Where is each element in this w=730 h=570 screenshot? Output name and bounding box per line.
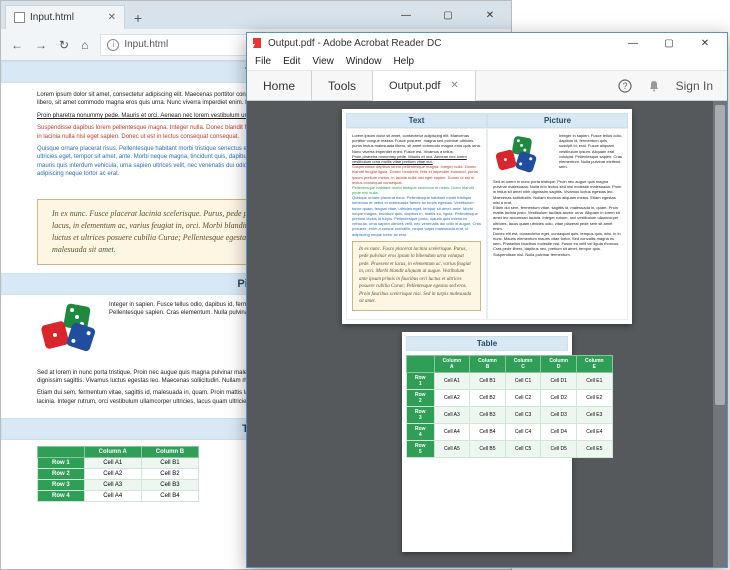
pdf-page-2: Table Column AColumn BColumn CColumn DCo… bbox=[402, 332, 572, 552]
acrobat-document-viewport[interactable]: Text Picture Lorem ipsum dolor sit amet,… bbox=[247, 101, 727, 567]
para: Sed at lorem in nunc porta tristique. Pr… bbox=[493, 179, 622, 205]
para: Donec elit est, consectetur eget, conseq… bbox=[493, 231, 622, 257]
reload-icon[interactable]: ↻ bbox=[59, 38, 69, 52]
new-tab-button[interactable]: + bbox=[127, 7, 149, 29]
info-icon[interactable]: i bbox=[107, 39, 119, 51]
menu-window[interactable]: Window bbox=[346, 56, 382, 67]
table-row: Row 3Cell A3Cell B3 bbox=[38, 480, 199, 491]
acrobat-menubar: File Edit View Window Help bbox=[247, 53, 727, 71]
table-row: Row 2Cell A2Cell B2 bbox=[38, 469, 199, 480]
para-red: Suspendisse dapibus lorem pellentesque m… bbox=[352, 164, 481, 185]
edge-tabstrip: Input.html ✕ + — ▢ ✕ bbox=[1, 1, 511, 29]
menu-file[interactable]: File bbox=[255, 56, 271, 67]
para: Etiam dui sem, fermentum vitae, sagittis… bbox=[493, 205, 622, 231]
table-header-row: Column A Column B bbox=[38, 447, 199, 458]
picture-heading: Picture bbox=[487, 113, 628, 128]
table-heading: Table bbox=[406, 336, 568, 351]
acrobat-window: Output.pdf - Adobe Acrobat Reader DC — ▢… bbox=[246, 32, 728, 568]
acrobat-tabs: Home Tools Output.pdf ✕ ? Sign In bbox=[247, 71, 727, 101]
help-icon[interactable]: ? bbox=[618, 78, 633, 93]
table-row: Row 5Cell A5Cell B5Cell C5Cell D5Cell E5 bbox=[407, 440, 613, 457]
data-table: Column A Column B Row 1Cell A1Cell B1 Ro… bbox=[37, 446, 199, 502]
acrobat-app-icon bbox=[251, 37, 263, 49]
home-icon[interactable]: ⌂ bbox=[81, 38, 88, 52]
svg-text:?: ? bbox=[623, 81, 628, 91]
maximize-button[interactable]: ▢ bbox=[427, 1, 469, 29]
close-icon[interactable]: ✕ bbox=[108, 12, 116, 23]
maximize-button[interactable]: ▢ bbox=[651, 33, 687, 53]
pdf-page-1: Text Picture Lorem ipsum dolor sit amet,… bbox=[342, 109, 632, 324]
page-icon bbox=[14, 12, 25, 23]
close-button[interactable]: ✕ bbox=[687, 33, 723, 53]
th: Column A bbox=[84, 447, 141, 458]
table-row: Row 4Cell A4Cell B4 bbox=[38, 491, 199, 502]
minimize-button[interactable]: — bbox=[385, 1, 427, 29]
edge-tab-title: Input.html bbox=[30, 12, 74, 23]
para: Lorem ipsum dolor sit amet, consectetur … bbox=[352, 133, 481, 154]
table-row: Row 2Cell A2Cell B2Cell C2Cell D2Cell E2 bbox=[407, 389, 613, 406]
para: Integer in sapien. Fusce tellus odio, da… bbox=[559, 133, 622, 179]
signin-button[interactable]: Sign In bbox=[676, 79, 713, 93]
tab-home[interactable]: Home bbox=[247, 71, 312, 101]
para-underlined: Proin pharetra nonummy pede. Mauris et o… bbox=[352, 154, 481, 164]
th bbox=[38, 447, 85, 458]
table-row: Row 1Cell A1Cell B1Cell C1Cell D1Cell E1 bbox=[407, 372, 613, 389]
text-cell: Lorem ipsum dolor sit amet, consectetur … bbox=[346, 128, 487, 320]
back-icon[interactable]: ← bbox=[11, 38, 23, 52]
tab-document[interactable]: Output.pdf ✕ bbox=[373, 71, 476, 101]
data-table: Column AColumn BColumn CColumn DColumn E… bbox=[406, 355, 613, 458]
picture-cell: Integer in sapien. Fusce tellus odio, da… bbox=[487, 128, 628, 320]
tab-document-label: Output.pdf bbox=[389, 80, 440, 92]
para-green: Pellentesque habitant morbi tristique se… bbox=[352, 185, 481, 195]
close-button[interactable]: ✕ bbox=[469, 1, 511, 29]
dice-image bbox=[37, 301, 99, 355]
table-row: Row 4Cell A4Cell B4Cell C4Cell D4Cell E4 bbox=[407, 423, 613, 440]
vertical-scrollbar[interactable] bbox=[713, 101, 727, 567]
table-row: Row 3Cell A3Cell B3Cell C3Cell D3Cell E3 bbox=[407, 406, 613, 423]
forward-icon[interactable]: → bbox=[35, 38, 47, 52]
table-header-row: Column AColumn BColumn CColumn DColumn E bbox=[407, 355, 613, 372]
text-heading: Text bbox=[346, 113, 487, 128]
th: Column B bbox=[141, 447, 198, 458]
url-text: Input.html bbox=[124, 39, 168, 50]
acrobat-tab-right: ? Sign In bbox=[604, 78, 727, 93]
scrollbar-thumb[interactable] bbox=[715, 105, 725, 405]
dice-image bbox=[493, 135, 555, 175]
acrobat-window-controls: — ▢ ✕ bbox=[615, 33, 723, 53]
acrobat-titlebar[interactable]: Output.pdf - Adobe Acrobat Reader DC — ▢… bbox=[247, 33, 727, 53]
acrobat-title-text: Output.pdf - Adobe Acrobat Reader DC bbox=[268, 38, 441, 49]
table-row: Row 1Cell A1Cell B1 bbox=[38, 458, 199, 469]
edge-window-controls: — ▢ ✕ bbox=[385, 1, 511, 29]
menu-help[interactable]: Help bbox=[393, 56, 414, 67]
italic-callout: In ex nunc. Fusce placerat lacinia scele… bbox=[352, 241, 481, 311]
menu-edit[interactable]: Edit bbox=[283, 56, 300, 67]
bell-icon[interactable] bbox=[647, 78, 662, 93]
close-icon[interactable]: ✕ bbox=[450, 80, 458, 91]
minimize-button[interactable]: — bbox=[615, 33, 651, 53]
para-blue: Quisque ornare placerat risus. Pellentes… bbox=[352, 195, 481, 237]
tab-tools[interactable]: Tools bbox=[312, 71, 373, 101]
menu-view[interactable]: View bbox=[312, 56, 334, 67]
edge-tab-input[interactable]: Input.html ✕ bbox=[5, 5, 125, 29]
